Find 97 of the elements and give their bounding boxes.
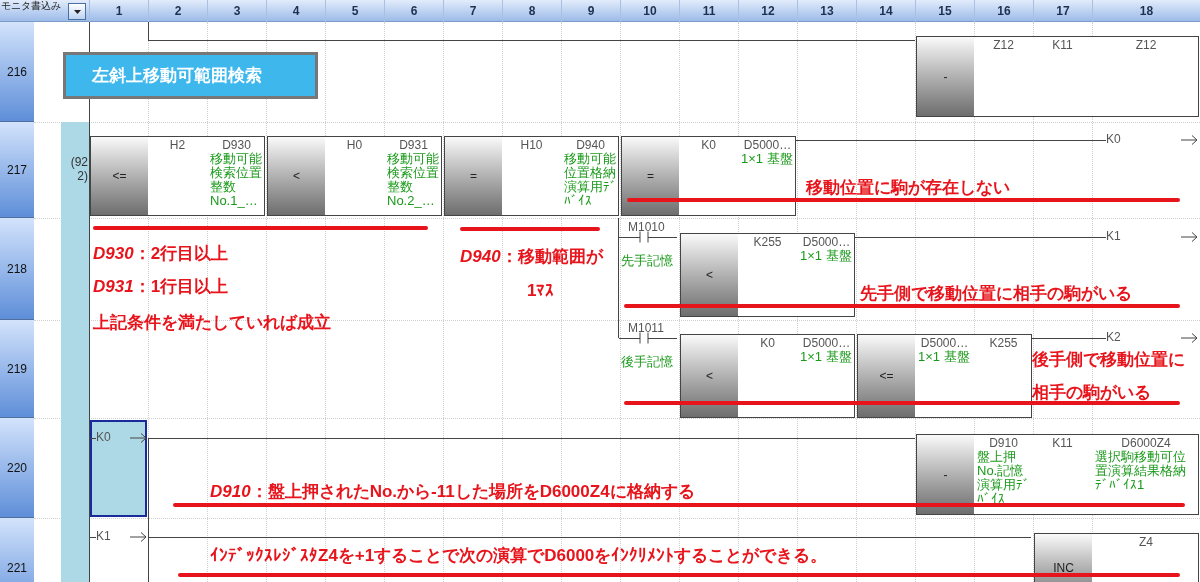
ladder-wire — [90, 438, 96, 439]
operator-cell: - — [917, 37, 974, 116]
device-label: K0 — [760, 336, 775, 350]
row-number: 216 — [0, 22, 34, 122]
cursor-cell[interactable] — [90, 420, 147, 517]
device-label: M1011 — [628, 321, 664, 335]
device-label: Z12 — [993, 38, 1014, 52]
device-label: H10 — [520, 138, 543, 152]
device-label: M1010 — [628, 220, 665, 234]
device-label: K255 — [753, 235, 782, 249]
operator-cell: <= — [858, 335, 915, 417]
ladder-wire — [90, 537, 96, 538]
device-label: K255 — [989, 336, 1018, 350]
jump-label: K1 — [1106, 229, 1121, 243]
row-number: 217 — [0, 122, 34, 218]
column-number: 4 — [266, 0, 325, 22]
device-comment: 移動可能位置格納演算用ﾃﾞﾊﾞｲｽ — [564, 152, 617, 208]
column-number: 8 — [502, 0, 561, 22]
operator-cell: < — [681, 234, 738, 316]
column-number: 3 — [207, 0, 266, 22]
operator-cell: < — [268, 137, 325, 215]
device-label: Z4 — [1139, 535, 1153, 549]
operator-cell: = — [622, 137, 679, 215]
arrow-icon — [1181, 135, 1198, 145]
row-number: 221 — [0, 518, 34, 582]
column-number: 9 — [561, 0, 620, 22]
annotation-text: 先手側で移動位置に相手の駒がいる — [860, 284, 1132, 304]
device-label: H0 — [346, 138, 363, 152]
column-number: 10 — [620, 0, 679, 22]
device-comment: 1×1 基盤 — [741, 152, 794, 166]
device-comment: 移動可能検索位置整数No.1_… — [210, 152, 263, 208]
device-label: D910 — [989, 436, 1018, 450]
device-comment: 後手記憶 — [621, 355, 673, 369]
operator-cell: <= — [91, 137, 148, 215]
annotation-text: ｲﾝﾃﾞｯｸｽﾚｼﾞｽﾀZ4を+1することで次の演算でD6000をｲﾝｸﾘﾒﾝﾄすることができる。 — [210, 546, 828, 566]
column-number: 7 — [443, 0, 502, 22]
device-label: D5000… — [920, 336, 969, 350]
column-number: 1 — [89, 0, 148, 22]
device-label: D931 — [399, 138, 428, 152]
annotation-text: 移動位置に駒が存在しない — [806, 178, 1010, 198]
annotation-text: D930：2行目以上 — [93, 244, 229, 264]
device-label: D6000Z4 — [1121, 436, 1171, 450]
device-comment: 盤上押No.記憶演算用ﾃﾞﾊﾞｲｽ — [977, 450, 1030, 506]
device-comment: 1×1 基盤 — [800, 249, 853, 263]
column-number: 13 — [797, 0, 856, 22]
mode-label: モニタ書込み — [1, 0, 61, 11]
device-comment: 選択駒移動可位置演算結果格納ﾃﾞﾊﾞｲｽ1 — [1095, 450, 1187, 492]
device-label: D5000… — [743, 138, 792, 152]
annotation-text: 上記条件を満たしていれば成立 — [93, 313, 331, 333]
column-number: 18 — [1092, 0, 1200, 22]
column-number: 11 — [679, 0, 738, 22]
device-comment: 1×1 基盤 — [918, 350, 971, 364]
annotation-text: D931：1行目以上 — [93, 277, 229, 297]
device-comment: 先手記憶 — [621, 254, 673, 268]
operator-cell: = — [445, 137, 502, 215]
device-comment: 1×1 基盤 — [800, 350, 853, 364]
device-label: D5000… — [802, 235, 851, 249]
device-label: K11 — [1052, 436, 1073, 450]
device-comment: 移動可能検索位置整数No.2_… — [387, 152, 440, 208]
annotation-text: D910：盤上押されたNo.から-11した場所をD6000Z4に格納する — [210, 482, 695, 502]
dropdown-button[interactable] — [68, 3, 86, 20]
device-label: D5000… — [802, 336, 851, 350]
device-label: D930 — [222, 138, 251, 152]
statement-box: 左斜上移動可範囲検索 — [63, 52, 318, 99]
column-number: 15 — [915, 0, 974, 22]
device-label: Z12 — [1135, 38, 1157, 52]
arrow-icon — [130, 433, 147, 443]
column-number: 16 — [974, 0, 1033, 22]
column-number: 5 — [325, 0, 384, 22]
row-number: 219 — [0, 320, 34, 418]
column-number: 17 — [1033, 0, 1092, 22]
column-number: 14 — [856, 0, 915, 22]
column-number: 12 — [738, 0, 797, 22]
arrow-icon — [1181, 232, 1198, 242]
column-number: 6 — [384, 0, 443, 22]
operator-cell: < — [681, 335, 738, 417]
arrow-icon — [1181, 333, 1198, 343]
caret-icon — [73, 9, 81, 14]
arrow-icon — [130, 532, 147, 542]
annotation-text: D940：移動範囲が — [460, 247, 603, 267]
device-label: D940 — [576, 138, 605, 152]
operator-cell: - — [917, 435, 974, 514]
device-label: H2 — [169, 138, 186, 152]
jump-label: K0 — [96, 430, 111, 444]
annotation-text: 1ﾏｽ — [527, 281, 555, 301]
row-number: 220 — [0, 418, 34, 518]
column-number: 2 — [148, 0, 207, 22]
annotation-text: 相手の駒がいる — [1032, 383, 1151, 403]
step-number: (922) — [69, 155, 88, 183]
jump-label: K0 — [1106, 132, 1121, 146]
row-number: 218 — [0, 218, 34, 320]
jump-label: K2 — [1106, 330, 1121, 344]
device-label: K0 — [701, 138, 716, 152]
device-label: K11 — [1052, 38, 1073, 52]
annotation-text: 後手側で移動位置に — [1032, 350, 1185, 370]
operator-cell: INC — [1035, 534, 1092, 582]
jump-label: K1 — [96, 529, 111, 543]
